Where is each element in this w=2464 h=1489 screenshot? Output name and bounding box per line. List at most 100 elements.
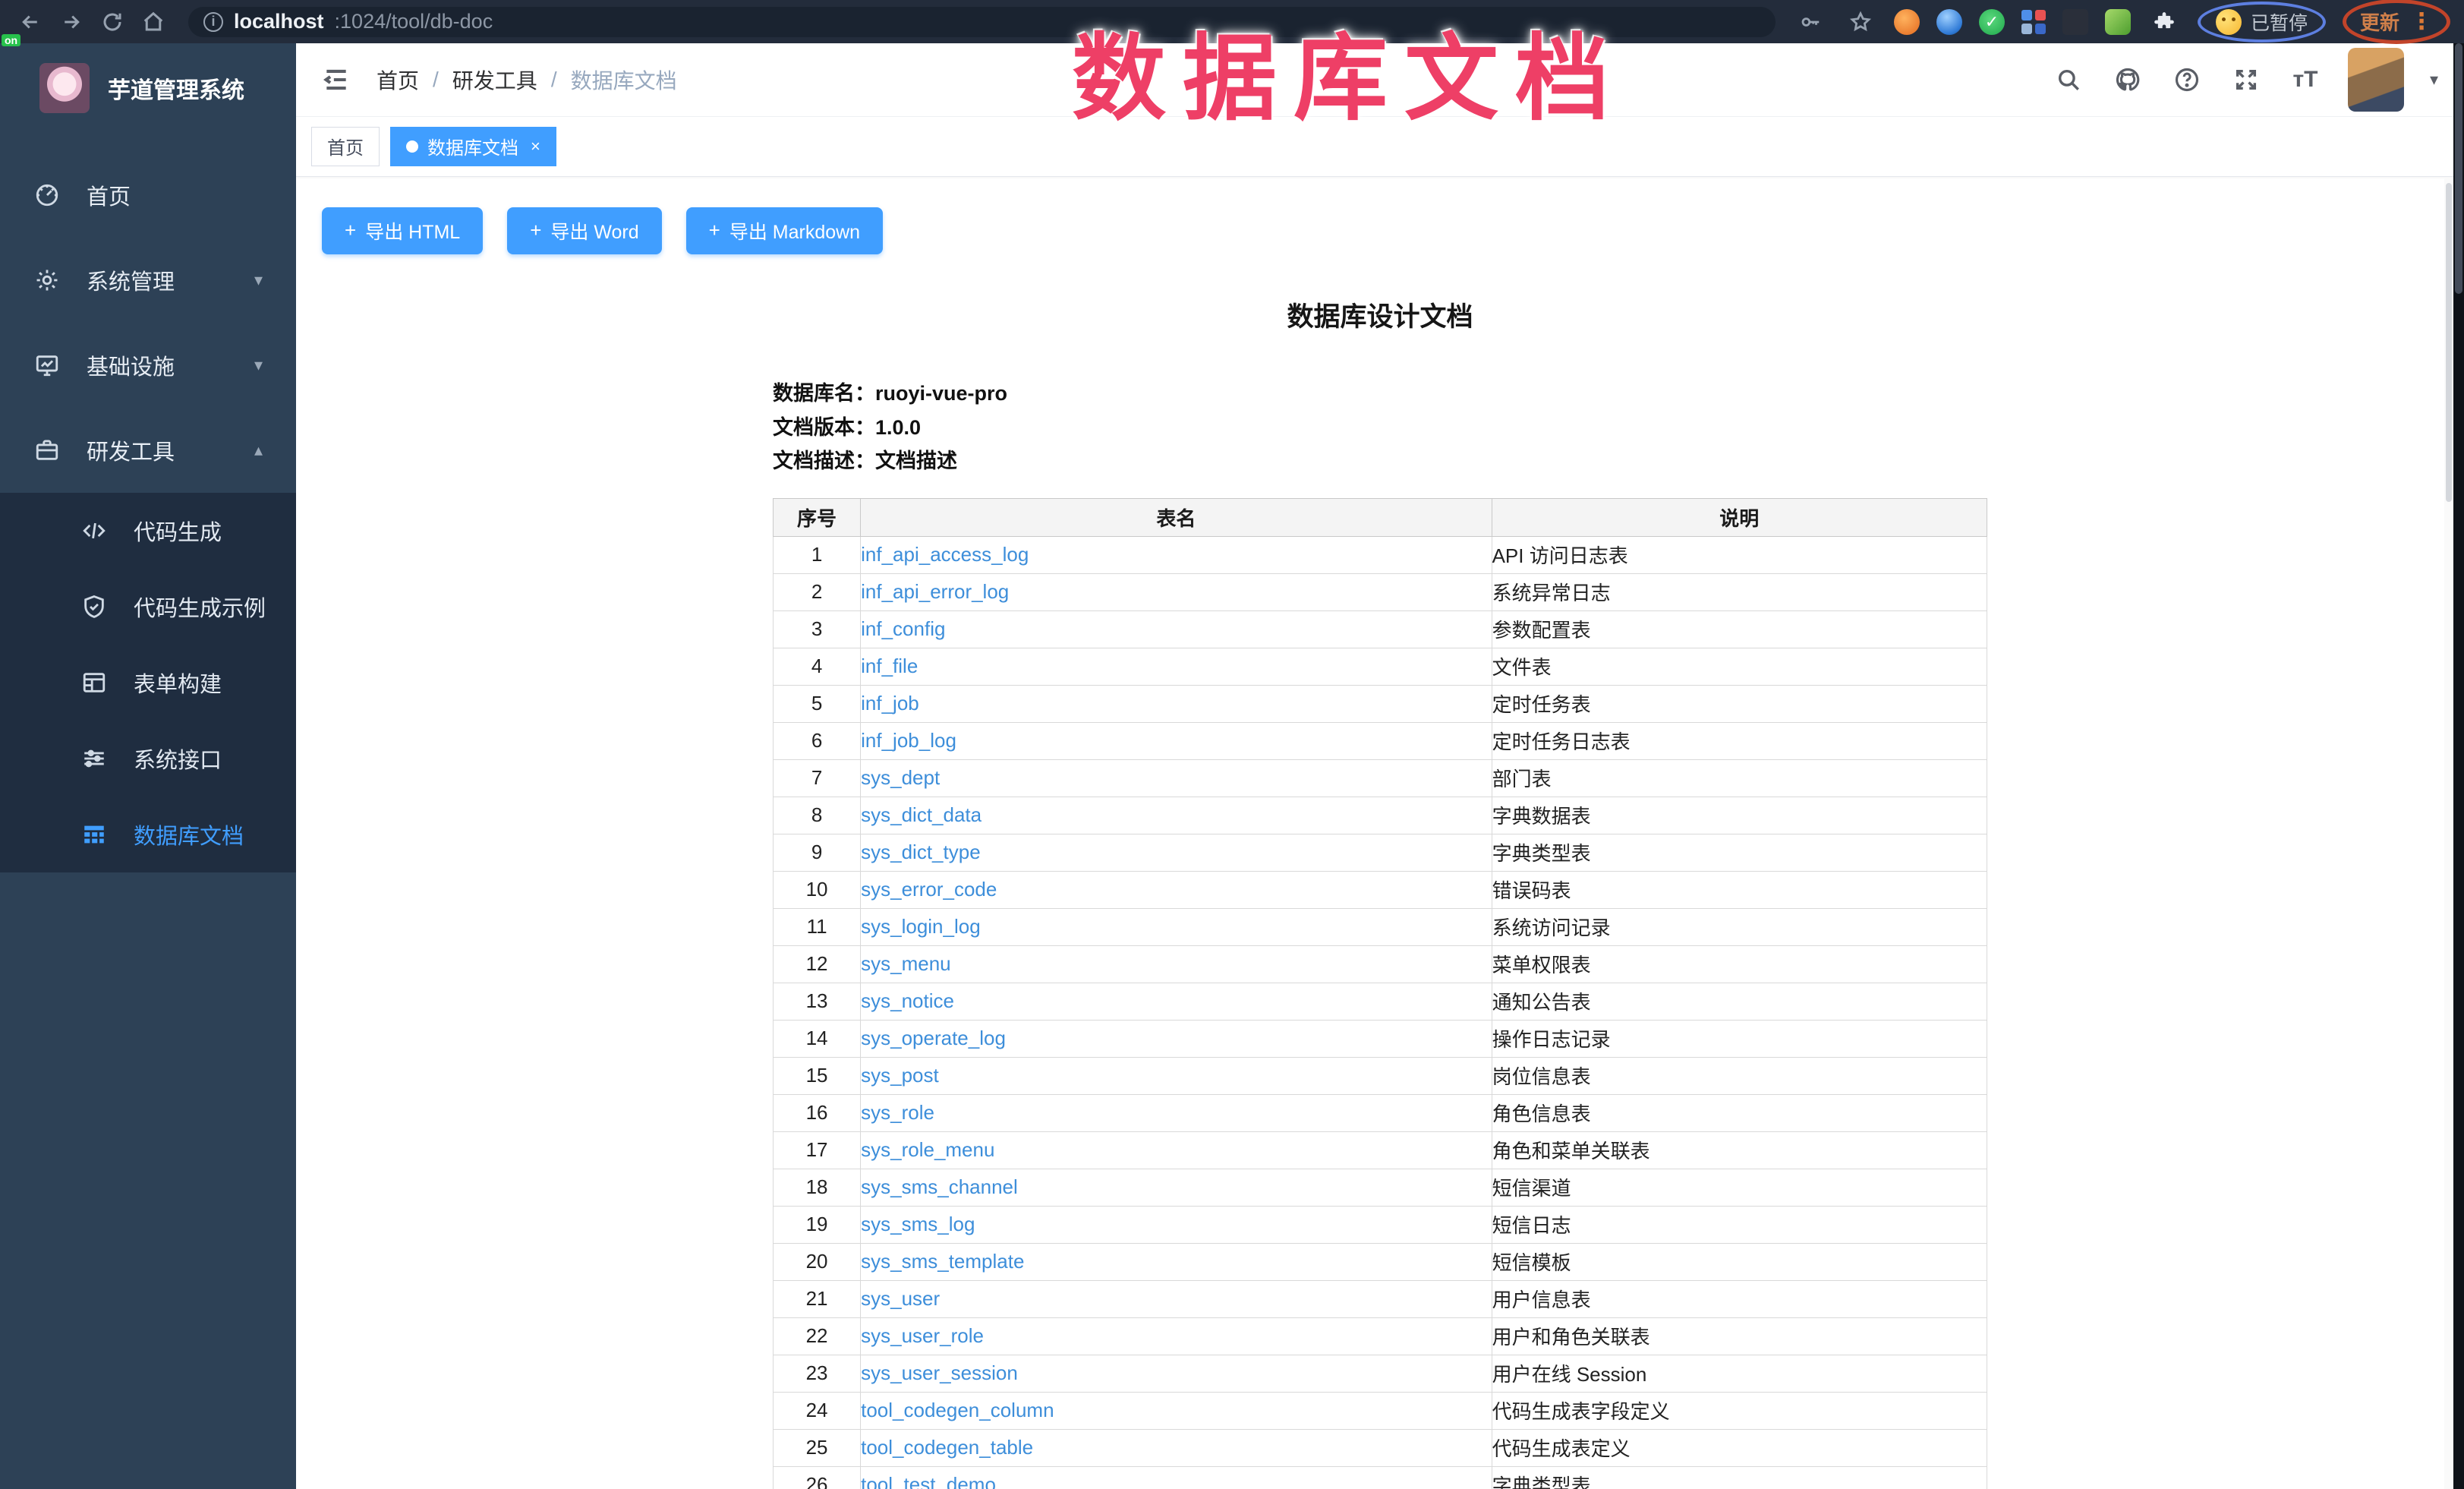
paused-extension-annotation[interactable]: 已暂停: [2198, 2, 2326, 43]
row-seq: 25: [774, 1429, 861, 1466]
window-scrollbar[interactable]: [2453, 43, 2464, 1489]
table-name-link[interactable]: tool_codegen_column: [861, 1399, 1054, 1421]
table-name-link[interactable]: sys_user: [861, 1287, 940, 1310]
table-name-link[interactable]: sys_dict_type: [861, 841, 981, 863]
chrome-update-button[interactable]: 更新: [2360, 8, 2399, 36]
row-description: 字典类型表: [1492, 1466, 1987, 1489]
table-name-link[interactable]: sys_notice: [861, 989, 954, 1012]
code-icon: [80, 518, 108, 544]
github-icon[interactable]: [2111, 63, 2144, 96]
table-name-link[interactable]: sys_dept: [861, 766, 940, 789]
sidebar-item-codegen-demo[interactable]: 代码生成示例: [0, 569, 296, 645]
tag-label: 数据库文档: [427, 133, 518, 159]
row-description: 角色信息表: [1492, 1094, 1987, 1131]
tag-close-icon[interactable]: ×: [531, 137, 540, 156]
export-html-button[interactable]: + 导出 HTML: [322, 207, 483, 254]
browser-back-icon[interactable]: [14, 5, 47, 39]
shield-check-icon: [80, 594, 108, 620]
password-key-icon[interactable]: [1794, 5, 1827, 39]
table-name-link[interactable]: sys_dict_data: [861, 803, 982, 826]
table-name-link[interactable]: sys_post: [861, 1064, 939, 1087]
app-logo-row[interactable]: 芋道管理系统: [0, 43, 296, 133]
table-name-link[interactable]: inf_job: [861, 692, 919, 715]
export-word-button[interactable]: + 导出 Word: [507, 207, 661, 254]
row-seq: 21: [774, 1280, 861, 1317]
table-row: 8sys_dict_data字典数据表: [774, 797, 1987, 834]
tag-home[interactable]: 首页: [311, 127, 380, 166]
table-name-link[interactable]: inf_file: [861, 655, 918, 677]
table-name-link[interactable]: sys_user_role: [861, 1324, 984, 1347]
browser-menu-icon[interactable]: ⋮: [2410, 18, 2433, 26]
table-name-link[interactable]: sys_sms_log: [861, 1213, 975, 1235]
extension-grid-icon[interactable]: [2021, 10, 2046, 34]
table-icon: [80, 822, 108, 847]
sidebar-item-label: 系统管理: [87, 264, 175, 296]
table-row: 3inf_config参数配置表: [774, 610, 1987, 648]
sidebar-collapse-icon[interactable]: [322, 65, 351, 94]
browser-reload-icon[interactable]: [96, 5, 129, 39]
table-name-link[interactable]: inf_job_log: [861, 729, 956, 752]
table-name-link[interactable]: sys_user_session: [861, 1361, 1018, 1384]
user-avatar[interactable]: [2348, 48, 2404, 112]
sidebar-item-codegen[interactable]: 代码生成: [0, 493, 296, 569]
user-menu-caret-icon[interactable]: ▾: [2430, 70, 2438, 90]
table-name-link[interactable]: sys_login_log: [861, 915, 981, 938]
table-name-link[interactable]: tool_test_demo: [861, 1473, 996, 1489]
sidebar-item-infra[interactable]: 基础设施 ▾: [0, 323, 296, 408]
bookmark-star-icon[interactable]: [1844, 5, 1877, 39]
table-name-link[interactable]: tool_codegen_table: [861, 1436, 1033, 1459]
db-doc: 数据库设计文档 数据库名：ruoyi-vue-pro 文档版本：1.0.0 文档…: [773, 295, 1987, 1489]
table-name-link[interactable]: sys_error_code: [861, 878, 997, 901]
table-name-link[interactable]: inf_api_access_log: [861, 543, 1029, 566]
sidebar-item-home[interactable]: 首页: [0, 153, 296, 238]
sidebar-item-devtools[interactable]: 研发工具 ▴: [0, 408, 296, 493]
extension-orange-icon[interactable]: [1894, 9, 1920, 35]
table-name-link[interactable]: sys_role: [861, 1101, 934, 1124]
help-icon[interactable]: [2170, 63, 2204, 96]
row-seq: 3: [774, 610, 861, 648]
font-size-icon[interactable]: ᴛT: [2289, 63, 2322, 96]
sidebar-item-form-builder[interactable]: 表单构建: [0, 645, 296, 721]
row-seq: 16: [774, 1094, 861, 1131]
extensions-puzzle-icon[interactable]: [2147, 5, 2181, 39]
browser-forward-icon[interactable]: [55, 5, 88, 39]
row-seq: 14: [774, 1020, 861, 1057]
row-description: 用户在线 Session: [1492, 1355, 1987, 1392]
row-description: 用户信息表: [1492, 1280, 1987, 1317]
breadcrumb-devtools[interactable]: 研发工具: [452, 65, 537, 95]
sidebar-item-label: 代码生成示例: [134, 591, 266, 623]
table-row: 4inf_file文件表: [774, 648, 1987, 685]
site-info-icon[interactable]: i: [203, 12, 223, 32]
extension-switch-icon[interactable]: [2062, 9, 2088, 35]
table-name-link[interactable]: inf_api_error_log: [861, 580, 1009, 603]
page-scrollbar[interactable]: [2444, 178, 2453, 1489]
sidebar-item-label: 首页: [87, 179, 131, 211]
table-name-link[interactable]: sys_sms_channel: [861, 1175, 1018, 1198]
sidebar-item-label: 数据库文档: [134, 819, 244, 850]
table-name-link[interactable]: sys_operate_log: [861, 1027, 1006, 1049]
table-name-link[interactable]: sys_role_menu: [861, 1138, 994, 1161]
browser-home-icon[interactable]: [137, 5, 170, 39]
sidebar-item-system[interactable]: 系统管理 ▾: [0, 238, 296, 323]
table-name-link[interactable]: inf_config: [861, 617, 945, 640]
export-toolbar: + 导出 HTML + 导出 Word + 导出 Markdown: [296, 207, 2464, 254]
update-annotation[interactable]: 更新 ⋮: [2343, 0, 2450, 44]
row-table-name: inf_api_access_log: [861, 536, 1492, 573]
breadcrumb-home[interactable]: 首页: [377, 65, 419, 95]
row-seq: 12: [774, 945, 861, 983]
tag-db-doc[interactable]: 数据库文档 ×: [390, 127, 556, 166]
search-icon[interactable]: [2052, 63, 2085, 96]
extension-green-icon[interactable]: [2105, 9, 2131, 35]
row-description: API 访问日志表: [1492, 536, 1987, 573]
extension-check-icon[interactable]: ✓: [1979, 9, 2005, 35]
chevron-up-icon: ▴: [254, 440, 263, 460]
table-name-link[interactable]: sys_sms_template: [861, 1250, 1024, 1273]
extension-pin-icon[interactable]: [1936, 9, 1962, 35]
export-markdown-button[interactable]: + 导出 Markdown: [686, 207, 883, 254]
row-description: 字典数据表: [1492, 797, 1987, 834]
sidebar-item-db-doc[interactable]: 数据库文档: [0, 797, 296, 872]
url-host: localhost: [234, 10, 324, 33]
table-name-link[interactable]: sys_menu: [861, 952, 951, 975]
sidebar-item-system-api[interactable]: 系统接口: [0, 721, 296, 797]
fullscreen-icon[interactable]: [2229, 63, 2263, 96]
